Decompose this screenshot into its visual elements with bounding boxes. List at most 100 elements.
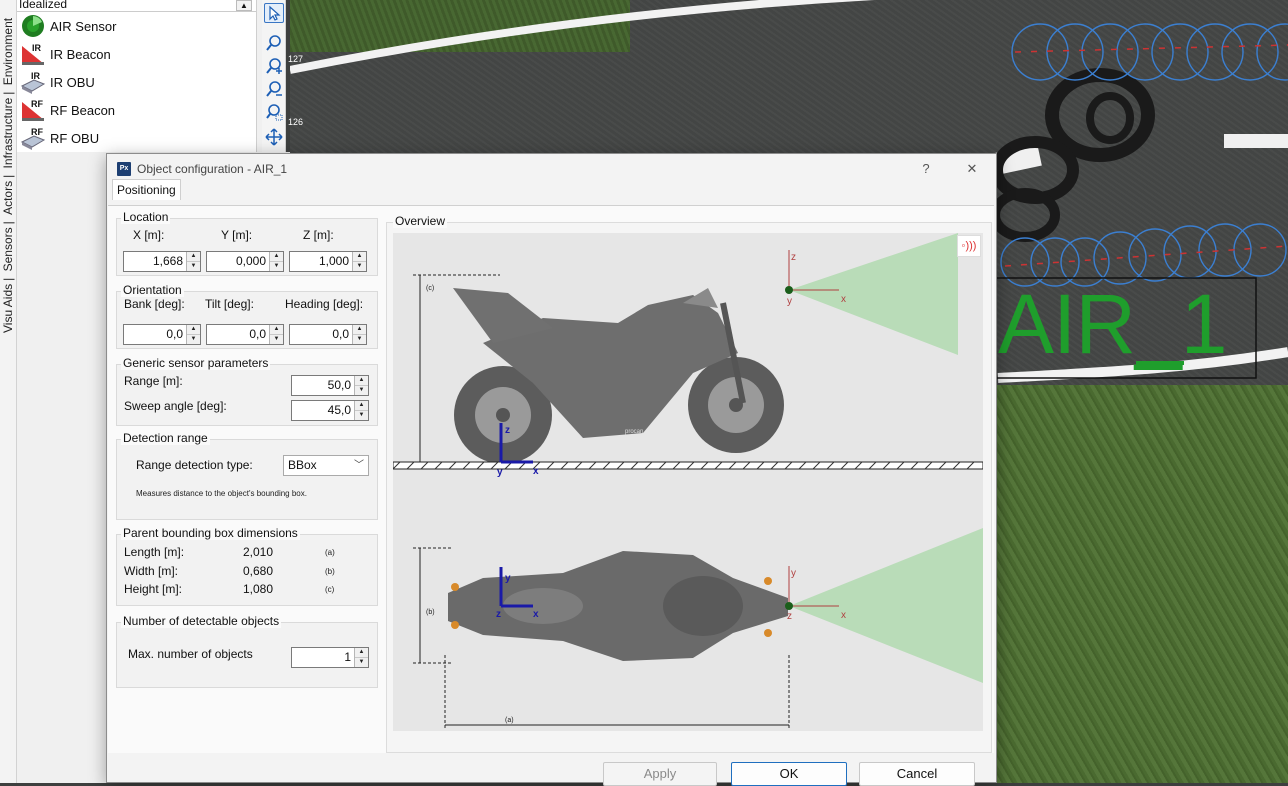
zoom-out-icon[interactable] [264,79,284,99]
range-detection-type-select[interactable]: BBox ﹀ [283,455,369,476]
zoom-in-icon[interactable] [264,56,284,76]
zoom-icon[interactable] [264,33,284,53]
width-value: 0,680 [243,564,274,578]
bank-spinbox[interactable]: 0,0 ▲ ▼ [123,324,201,345]
dialog-titlebar[interactable]: Px Object configuration - AIR_1 [107,154,996,183]
zoom-region-icon[interactable] [264,102,284,122]
heading-label: Heading [deg]: [285,297,364,311]
y-value[interactable]: 0,000 [207,252,269,271]
overview-diagram: procan (c) z x y z x y (b) (a) y x z y x… [393,233,983,731]
vertical-tab-strip: Visu Aids| Sensors| Actors| Infrastructu… [0,0,17,783]
axis-label-y: y [505,573,511,584]
cancel-button[interactable]: Cancel [859,762,975,786]
svg-text:IR: IR [32,43,42,53]
spin-up-icon[interactable]: ▲ [353,252,366,261]
location-group: Location X [m]: Y [m]: Z [m]: 1,668 ▲ ▼ 0… [116,210,378,276]
axis-label-z: z [505,425,510,436]
library-item-rf-beacon[interactable]: RF RF Beacon [17,96,256,124]
max-objects-spinbox[interactable]: 1 ▲ ▼ [291,647,369,668]
heading-spinbox[interactable]: 0,0 ▲ ▼ [289,324,367,345]
range-spinbox[interactable]: 50,0 ▲ ▼ [291,375,369,396]
tab-positioning[interactable]: Positioning [112,179,181,200]
x-spinbox[interactable]: 1,668 ▲ ▼ [123,251,201,272]
spin-up-icon[interactable]: ▲ [355,376,368,385]
max-objects-value[interactable]: 1 [292,648,354,667]
generic-parameters-title: Generic sensor parameters [121,356,271,370]
sensor-axis-y: y [791,568,796,579]
spin-up-icon[interactable]: ▲ [270,252,283,261]
axis-label-x: x [533,466,539,477]
library-item-ir-beacon[interactable]: IR IR Beacon [17,40,256,68]
pan-move-icon[interactable] [264,127,284,147]
view-toolbar [262,0,286,152]
spin-up-icon[interactable]: ▲ [187,252,200,261]
library-item-label: IR Beacon [50,46,111,62]
spin-down-icon[interactable]: ▼ [355,385,368,395]
library-item-rf-obu[interactable]: RF RF OBU [17,124,256,152]
tab-environment[interactable]: Environment [1,15,15,88]
axis-label-x: x [533,609,539,620]
x-value[interactable]: 1,668 [124,252,186,271]
sweep-angle-spinbox[interactable]: 45,0 ▲ ▼ [291,400,369,421]
orientation-group: Orientation Bank [deg]: Tilt [deg]: Head… [116,283,378,349]
tab-infrastructure[interactable]: Infrastructure [1,95,15,172]
spin-down-icon[interactable]: ▼ [187,261,200,271]
library-item-label: IR OBU [50,74,95,90]
dialog-title: Object configuration - AIR_1 [137,161,288,176]
spin-up-icon[interactable]: ▲ [355,401,368,410]
library-item-air-sensor[interactable]: AIR Sensor [17,12,256,40]
library-category-header[interactable]: Idealized [17,0,256,12]
range-label: Range [m]: [124,374,183,388]
ok-button[interactable]: OK [731,762,847,786]
sensor-axis-z: z [787,611,792,622]
spin-down-icon[interactable]: ▼ [353,261,366,271]
bounding-box-group: Parent bounding box dimensions Length [m… [116,526,378,606]
help-button[interactable]: ? [906,158,946,180]
scene-object-label: AIR_1 [998,277,1227,371]
spin-down-icon[interactable]: ▼ [270,334,283,344]
library-item-ir-obu[interactable]: IR IR OBU [17,68,256,96]
tab-actors[interactable]: Actors [1,178,15,218]
ir-beacon-icon: IR [20,42,46,66]
sensor-axis-z: z [791,252,796,263]
tab-sensors[interactable]: Sensors [1,224,15,274]
spin-down-icon[interactable]: ▼ [353,334,366,344]
sweep-angle-value[interactable]: 45,0 [292,401,354,420]
heading-value[interactable]: 0,0 [290,325,352,344]
spin-down-icon[interactable]: ▼ [355,410,368,420]
spin-down-icon[interactable]: ▼ [187,334,200,344]
close-button[interactable]: ✕ [952,158,992,180]
z-value[interactable]: 1,000 [290,252,352,271]
svg-text:RF: RF [31,127,43,137]
height-tag: (c) [325,585,335,594]
chevron-down-icon: ﹀ [354,460,364,471]
tilt-value[interactable]: 0,0 [207,325,269,344]
bounding-box-title: Parent bounding box dimensions [121,526,300,540]
spin-up-icon[interactable]: ▲ [187,325,200,334]
tilt-label: Tilt [deg]: [205,297,254,311]
y-spinbox[interactable]: 0,000 ▲ ▼ [206,251,284,272]
spin-up-icon[interactable]: ▲ [355,648,368,657]
library-item-label: AIR Sensor [50,18,117,34]
spin-up-icon[interactable]: ▲ [353,325,366,334]
detectable-objects-group: Number of detectable objects Max. number… [116,614,378,688]
generic-parameters-group: Generic sensor parameters Range [m]: Swe… [116,356,378,426]
sound-signal-icon[interactable]: ◦))) [957,235,981,257]
select-pointer-icon[interactable] [264,3,284,23]
overview-title: Overview [393,214,448,228]
apply-button[interactable]: Apply [603,762,717,786]
bank-value[interactable]: 0,0 [124,325,186,344]
sensor-axis-x: x [841,294,846,305]
detectable-objects-title: Number of detectable objects [121,614,282,628]
length-tag: (a) [325,548,335,557]
spin-up-icon[interactable]: ▲ [270,325,283,334]
spin-down-icon[interactable]: ▼ [270,261,283,271]
svg-text:RF: RF [31,99,43,109]
tilt-spinbox[interactable]: 0,0 ▲ ▼ [206,324,284,345]
range-value[interactable]: 50,0 [292,376,354,395]
tab-visu-aids[interactable]: Visu Aids [1,281,15,336]
z-spinbox[interactable]: 1,000 ▲ ▼ [289,251,367,272]
sensor-axis-x: x [841,610,846,621]
spin-down-icon[interactable]: ▼ [355,657,368,667]
scroll-up-button[interactable]: ▲ [236,0,252,11]
